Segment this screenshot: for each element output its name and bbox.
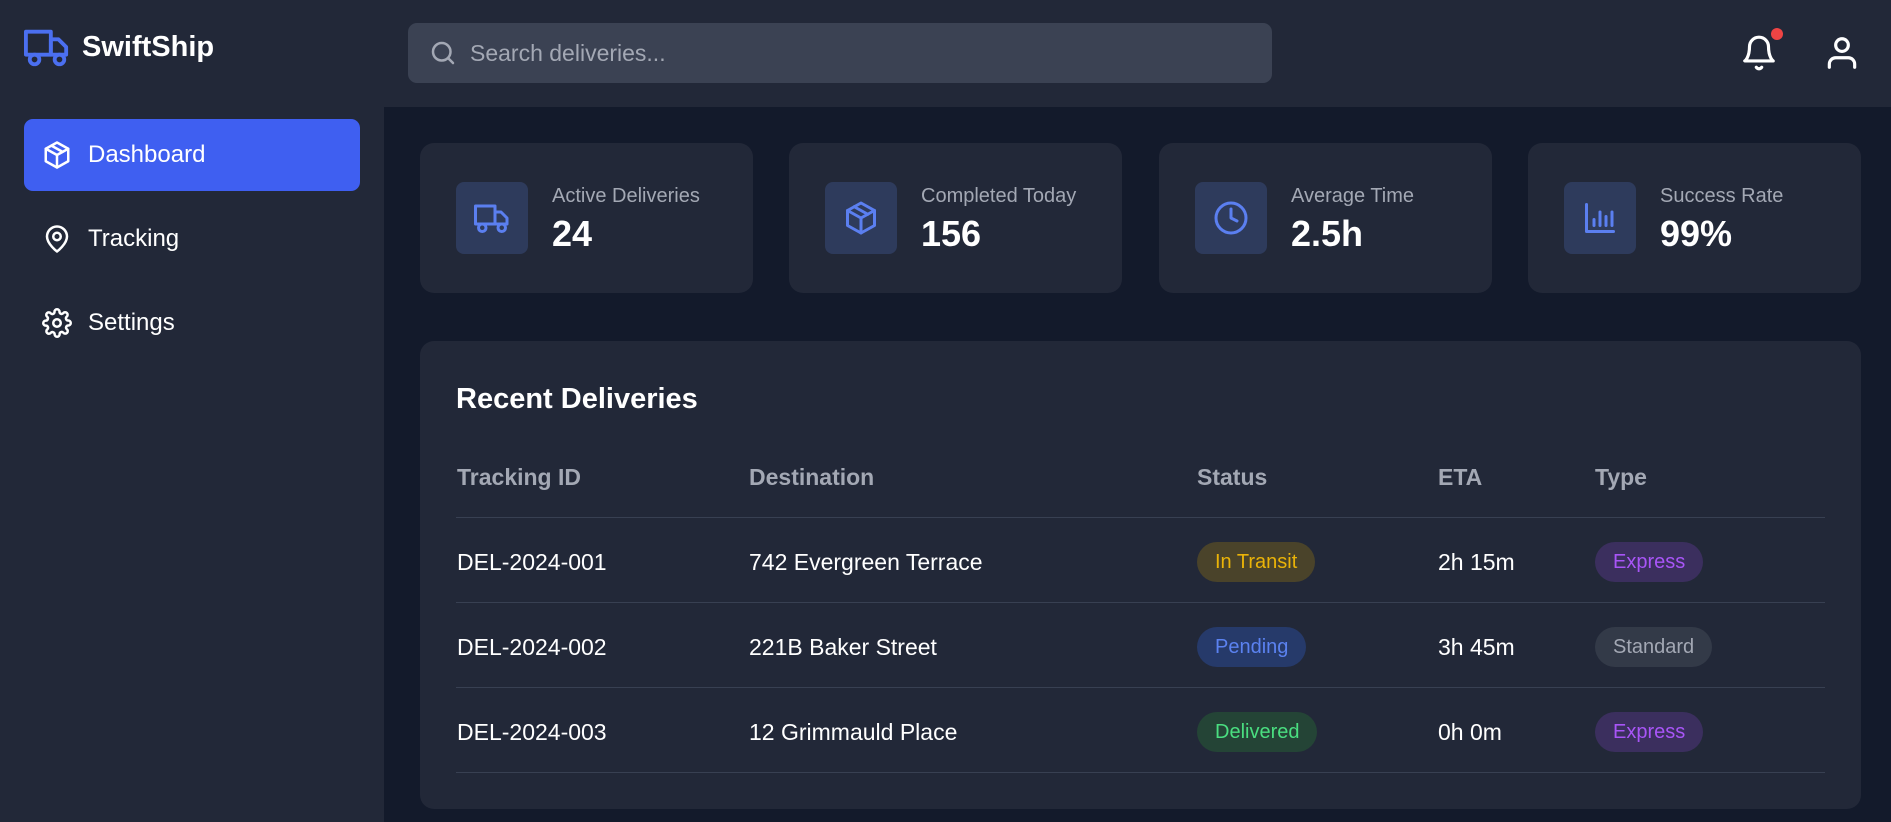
cell-tracking-id: DEL-2024-002	[457, 634, 607, 660]
status-badge: Pending	[1197, 627, 1307, 667]
column-header-tracking-id: Tracking ID	[457, 464, 581, 490]
type-badge: Express	[1595, 712, 1704, 752]
status-badge: Delivered	[1197, 712, 1318, 752]
stat-card-success-rate: Success Rate 99%	[1528, 143, 1861, 293]
cell-destination: 742 Evergreen Terrace	[749, 549, 983, 575]
package-icon	[44, 141, 70, 169]
stat-label: Active Deliveries	[552, 185, 700, 207]
sidebar-item-dashboard[interactable]: Dashboard	[24, 119, 360, 191]
app: SwiftShip Dashboard	[0, 0, 1891, 822]
bell-icon[interactable]	[1740, 34, 1778, 72]
cell-eta: 3h 45m	[1438, 634, 1515, 660]
map-pin-icon	[45, 225, 69, 253]
brand-name: SwiftShip	[82, 30, 215, 63]
sidebar-item-tracking[interactable]: Tracking	[24, 203, 360, 275]
sidebar: Dashboard Tracking Settings	[0, 107, 384, 822]
sidebar-item-label: Dashboard	[88, 141, 206, 168]
stat-value: 99%	[1660, 213, 1733, 254]
stat-card-active-deliveries: Active Deliveries 24	[420, 143, 753, 293]
cell-eta: 2h 15m	[1438, 549, 1515, 575]
gear-icon	[42, 308, 72, 338]
stat-value: 156	[921, 213, 982, 254]
truck-icon	[474, 204, 509, 233]
sidebar-item-settings[interactable]: Settings	[24, 287, 360, 359]
cell-tracking-id: DEL-2024-001	[457, 549, 607, 575]
truck-icon	[24, 29, 69, 67]
column-header-status: Status	[1197, 464, 1268, 490]
column-header-destination: Destination	[749, 464, 875, 490]
notification-dot	[1771, 28, 1783, 40]
status-badge: In Transit	[1197, 542, 1316, 582]
search-bar[interactable]	[408, 23, 1272, 83]
stat-value: 2.5h	[1291, 213, 1364, 254]
type-badge: Express	[1595, 542, 1704, 582]
stat-card-average-time: Average Time 2.5h	[1159, 143, 1492, 293]
recent-deliveries-panel: Recent Deliveries Tracking ID Destinatio…	[420, 341, 1861, 809]
stat-value: 24	[552, 213, 593, 254]
divider	[456, 517, 1825, 518]
cell-tracking-id: DEL-2024-003	[457, 719, 607, 745]
user-icon[interactable]	[1823, 34, 1861, 72]
column-header-eta: ETA	[1438, 464, 1483, 490]
search-icon	[428, 38, 458, 68]
search-input[interactable]	[470, 23, 1272, 83]
sidebar-item-label: Tracking	[88, 225, 180, 252]
cell-eta: 0h 0m	[1438, 719, 1502, 745]
type-badge: Standard	[1595, 627, 1713, 667]
stat-label: Completed Today	[921, 185, 1077, 207]
divider	[456, 602, 1825, 603]
stat-label: Success Rate	[1660, 185, 1784, 207]
clock-icon	[1214, 201, 1248, 235]
panel-title: Recent Deliveries	[456, 383, 698, 415]
top-header: SwiftShip	[0, 0, 1891, 107]
brand[interactable]: SwiftShip	[24, 24, 214, 70]
bar-chart-icon	[1585, 203, 1615, 233]
cell-destination: 221B Baker Street	[749, 634, 937, 660]
stat-label: Average Time	[1291, 185, 1415, 207]
cell-destination: 12 Grimmauld Place	[749, 719, 958, 745]
package-icon	[846, 201, 876, 235]
divider	[456, 772, 1825, 773]
divider	[456, 687, 1825, 688]
stat-card-completed-today: Completed Today 156	[789, 143, 1122, 293]
column-header-type: Type	[1595, 464, 1647, 490]
sidebar-item-label: Settings	[88, 309, 175, 336]
